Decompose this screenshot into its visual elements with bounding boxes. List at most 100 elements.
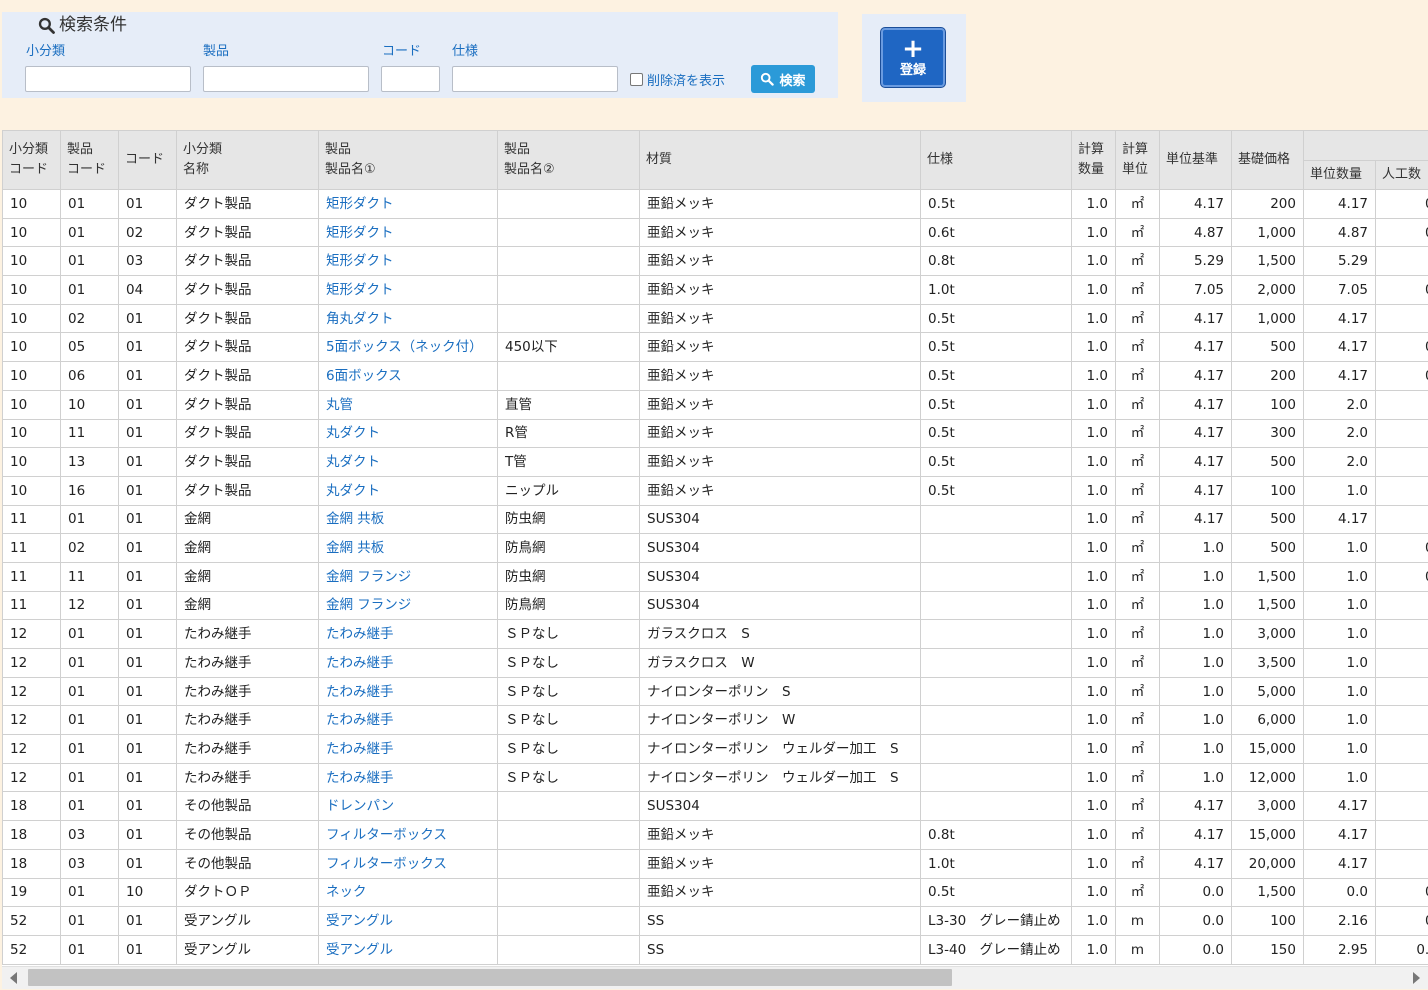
cell-product-name1-link[interactable]: 丸ダクト — [318, 418, 498, 449]
header-code[interactable]: コード — [118, 130, 177, 190]
cell-product-name1-link[interactable]: フィルターボックス — [318, 820, 498, 850]
horizontal-scrollbar[interactable] — [2, 966, 1428, 989]
cell-product-name1-link[interactable]: フィルターボックス — [318, 848, 498, 879]
cell-product-name2 — [497, 246, 640, 277]
cell-product-name1-link[interactable]: 矩形ダクト — [318, 246, 498, 277]
header-material[interactable]: 材質 — [639, 130, 921, 190]
header-calc-quantity[interactable]: 計算 数量 — [1071, 130, 1116, 190]
scroll-left-arrow-icon[interactable] — [10, 972, 17, 984]
cell-product-name1-link[interactable]: ドレンパン — [318, 791, 498, 822]
show-deleted-toggle[interactable]: 削除済を表示 — [630, 70, 725, 89]
cell-calc-quantity: 1.0 — [1071, 734, 1116, 764]
table-row[interactable]: 12 01 01 たわみ継手 たわみ継手 ＳＰなし ガラスクロス W 1.0 ㎡ 1.0 3,500… — [2, 648, 1428, 678]
header-spec[interactable]: 仕様 — [920, 130, 1072, 190]
cell-product-name1-link[interactable]: たわみ継手 — [318, 676, 498, 707]
table-row[interactable]: 10 06 01 ダクト製品 6面ボックス 亜鉛メッキ 0.5t 1.0 ㎡ 4.17 200 4.1… — [2, 361, 1428, 391]
cell-product-name1-link[interactable]: 矩形ダクト — [318, 189, 498, 219]
table-row[interactable]: 10 01 04 ダクト製品 矩形ダクト 亜鉛メッキ 1.0t 1.0 ㎡ 7.05 2,000 7.… — [2, 275, 1428, 305]
cell-product-name1-link[interactable]: ネック — [318, 877, 498, 908]
spec-input[interactable] — [452, 66, 618, 92]
cell-product-name1-link[interactable]: たわみ継手 — [318, 619, 498, 649]
cell-unit-standard: 4.17 — [1159, 189, 1232, 219]
table-row[interactable]: 101001ダクト製品丸管直管亜鉛メッキ0.5t1.0㎡4.171002.00.… — [2, 389, 1428, 420]
table-row[interactable]: 10 02 01 ダクト製品 角丸ダクト 亜鉛メッキ 0.5t 1.0 ㎡ 4.17 1,000 4.… — [2, 303, 1428, 334]
subcategory-input[interactable] — [25, 66, 191, 92]
cell-base-price: 6,000 — [1231, 705, 1304, 736]
search-button-label: 検索 — [779, 73, 806, 89]
cell-product-name1-link[interactable]: たわみ継手 — [318, 762, 498, 793]
table-row[interactable]: 10 05 01 ダクト製品 5面ボックス（ネック付） 450以下 亜鉛メッキ 0.5t 1.0… — [2, 332, 1428, 363]
cell-code: 01 — [118, 906, 177, 936]
cell-product-name1-link[interactable]: 丸ダクト — [318, 447, 498, 477]
table-row[interactable]: 12 01 01 たわみ継手 たわみ継手 ＳＰなし ナイロンターポリン ウェルダー加工 S1… — [2, 762, 1428, 793]
scrollbar-thumb[interactable] — [28, 969, 952, 986]
search-title: 検索条件 — [38, 14, 127, 36]
header-subcategory-name[interactable]: 小分類 名称 — [176, 130, 319, 190]
header-unit-quantity[interactable]: 単位数量 — [1303, 160, 1376, 190]
cell-product-name1-link[interactable]: 丸ダクト — [318, 475, 498, 506]
cell-product-name1-link[interactable]: 受アングル — [318, 934, 498, 965]
header-calc-unit[interactable]: 計算 単位 — [1115, 130, 1160, 190]
table-row[interactable]: 18 03 01 その他製品 フィルターボックス 亜鉛メッキ 0.8t 1.0 ㎡ 4.17 15,… — [2, 820, 1428, 850]
cell-product-name1-link[interactable]: たわみ継手 — [318, 648, 498, 678]
table-row[interactable]: 10 01 03 ダクト製品 矩形ダクト 亜鉛メッキ 0.8t 1.0 ㎡ 5.29 1,500 5.… — [2, 246, 1428, 277]
cell-calc-unit: ㎡ — [1115, 275, 1160, 305]
table-row[interactable]: 12 01 01 たわみ継手 たわみ継手 ＳＰなし ナイロンターポリン W 1.0 ㎡ 1.0 6,… — [2, 705, 1428, 736]
cell-labor-quantity: 0.05 — [1375, 217, 1428, 248]
cell-product-name1-link[interactable]: 丸管 — [318, 389, 498, 420]
cell-code: 01 — [118, 533, 177, 563]
table-row[interactable]: 52 01 01 受アングル 受アングル SS L3-30 グレー錆止め 1.0 m 0.0 100… — [2, 906, 1428, 936]
cell-product-code: 02 — [60, 303, 119, 334]
table-row[interactable]: 52 01 01 受アングル 受アングル SS L3-40 グレー錆止め 1.0 m 0.0 150… — [2, 934, 1428, 965]
table-row[interactable]: 110101金網金網 共板防虫網SUS3041.0㎡4.175004.170.2 — [2, 504, 1428, 535]
table-row[interactable]: 190110ダクトＯＰネック亜鉛メッキ0.5t1.0㎡0.01,5000.00.… — [2, 877, 1428, 908]
cell-product-name1-link[interactable]: 矩形ダクト — [318, 275, 498, 305]
table-row[interactable]: 10 01 02 ダクト製品 矩形ダクト 亜鉛メッキ 0.6t 1.0 ㎡ 4.87 1,000 4.… — [2, 217, 1428, 248]
table-row[interactable]: 18 03 01 その他製品 フィルターボックス 亜鉛メッキ 1.0t 1.0 ㎡ 4.17 20,… — [2, 848, 1428, 879]
table-row[interactable]: 111201金網金網 フランジ防鳥網SUS3041.0㎡1.01,5001.00… — [2, 590, 1428, 621]
cell-product-name2: ニップル — [497, 475, 640, 506]
cell-spec — [920, 561, 1072, 592]
cell-calc-unit: ㎡ — [1115, 246, 1160, 277]
header-unit-standard[interactable]: 単位基準 — [1159, 130, 1232, 190]
cell-product-name1-link[interactable]: たわみ継手 — [318, 734, 498, 764]
table-row[interactable]: 110201金網金網 共板防鳥網SUS3041.0㎡1.05001.00.25 — [2, 533, 1428, 563]
cell-product-name1-link[interactable]: 金網 フランジ — [318, 590, 498, 621]
cell-unit-standard: 0.0 — [1159, 906, 1232, 936]
cell-product-name1-link[interactable]: 6面ボックス — [318, 361, 498, 391]
cell-product-name1-link[interactable]: 金網 共板 — [318, 533, 498, 563]
cell-product-name1-link[interactable]: 金網 共板 — [318, 504, 498, 535]
header-product-name2[interactable]: 製品 製品名② — [497, 130, 640, 190]
header-subcategory-code[interactable]: 小分類 コード — [2, 130, 61, 190]
table-row[interactable]: 111101金網金網 フランジ防虫網SUS3041.0㎡1.01,5001.00… — [2, 561, 1428, 592]
table-row[interactable]: 12 01 01 たわみ継手 たわみ継手 ＳＰなし ガラスクロス S 1.0 ㎡ 1.0 3,000… — [2, 619, 1428, 649]
product-input[interactable] — [203, 66, 369, 92]
header-product-name1[interactable]: 製品 製品名① — [318, 130, 498, 190]
cell-product-name1-link[interactable]: 角丸ダクト — [318, 303, 498, 334]
cell-product-name1-link[interactable]: たわみ継手 — [318, 705, 498, 736]
cell-product-code: 01 — [60, 705, 119, 736]
register-button[interactable]: + 登録 — [881, 28, 945, 87]
code-input[interactable] — [381, 66, 440, 92]
search-button[interactable]: 検索 — [751, 65, 815, 93]
show-deleted-checkbox[interactable] — [630, 73, 643, 86]
table-row[interactable]: 10 13 01 ダクト製品 丸ダクト T管 亜鉛メッキ 0.5t 1.0 ㎡ 4.17 500 2.0… — [2, 447, 1428, 477]
cell-labor-quantity: 0.2 — [1375, 676, 1428, 707]
cell-product-name1-link[interactable]: 5面ボックス（ネック付） — [318, 332, 498, 363]
cell-product-name1-link[interactable]: 受アングル — [318, 906, 498, 936]
table-row[interactable]: 10 11 01 ダクト製品 丸ダクト R管 亜鉛メッキ 0.5t 1.0 ㎡ 4.17 300 2.0… — [2, 418, 1428, 449]
cell-product-name1-link[interactable]: 金網 フランジ — [318, 561, 498, 592]
table-row[interactable]: 10 01 01 ダクト製品 矩形ダクト 亜鉛メッキ 0.5t 1.0 ㎡ 4.17 200 4.17… — [2, 189, 1428, 219]
table-row[interactable]: 12 01 01 たわみ継手 たわみ継手 ＳＰなし ナイロンターポリン S 1.0 ㎡ 1.0 5,… — [2, 676, 1428, 707]
cell-material: 亜鉛メッキ — [639, 361, 921, 391]
scroll-right-arrow-icon[interactable] — [1413, 972, 1420, 984]
table-row[interactable]: 180101その他製品ドレンパンSUS3041.0㎡4.173,0004.170… — [2, 791, 1428, 822]
header-labor-quantity[interactable]: 人工数 — [1375, 160, 1428, 190]
table-row[interactable]: 10 16 01 ダクト製品 丸ダクト ニップル 亜鉛メッキ 0.5t 1.0 ㎡ 4.17 100 1… — [2, 475, 1428, 506]
show-deleted-label: 削除済を表示 — [647, 74, 726, 89]
table-row[interactable]: 12 01 01 たわみ継手 たわみ継手 ＳＰなし ナイロンターポリン ウェルダー加工 S1… — [2, 734, 1428, 764]
cell-base-price: 12,000 — [1231, 762, 1304, 793]
header-product-code[interactable]: 製品 コード — [60, 130, 119, 190]
header-base-price[interactable]: 基礎価格 — [1231, 130, 1304, 190]
cell-product-name1-link[interactable]: 矩形ダクト — [318, 217, 498, 248]
